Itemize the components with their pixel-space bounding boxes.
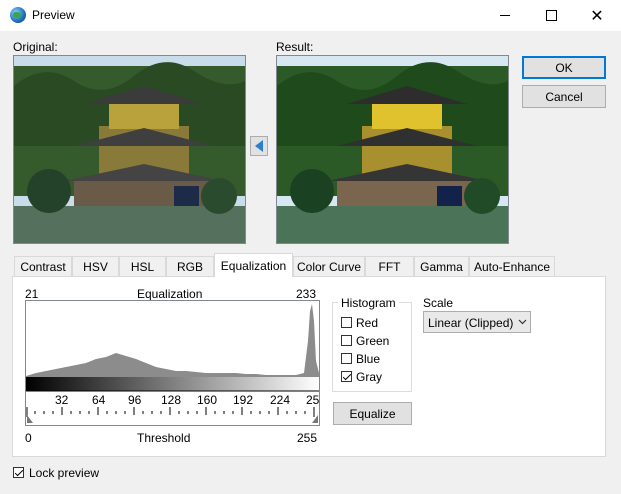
title-bar: Preview ✕ xyxy=(0,0,621,31)
cancel-button[interactable]: Cancel xyxy=(522,85,606,108)
red-checkbox[interactable] xyxy=(341,317,352,328)
scale-label: Scale xyxy=(423,296,454,310)
histogram-group-title: Histogram xyxy=(338,296,399,310)
scale-tick-label: 192 xyxy=(233,393,254,407)
result-image-picture xyxy=(277,56,508,243)
original-image-picture xyxy=(14,56,245,243)
result-image xyxy=(276,55,509,244)
tab-equalization[interactable]: Equalization xyxy=(214,253,293,277)
blue-checkbox[interactable] xyxy=(341,353,352,364)
original-image xyxy=(13,55,246,244)
gray-checkbox[interactable] xyxy=(341,371,352,382)
scale-tick-label: 224 xyxy=(270,393,291,407)
lock-preview-label: Lock preview xyxy=(29,466,100,480)
scale-dropdown-value: Linear (Clipped) xyxy=(428,316,514,330)
red-checkbox-label: Red xyxy=(356,316,379,330)
threshold-label: Threshold xyxy=(137,431,191,445)
gray-checkbox-label: Gray xyxy=(356,370,383,384)
copy-back-button[interactable] xyxy=(250,136,268,156)
ok-button[interactable]: OK xyxy=(522,56,606,79)
tab-hsv[interactable]: HSV xyxy=(72,256,119,276)
maximize-icon xyxy=(545,10,557,21)
scale-tick-label: 64 xyxy=(92,393,106,407)
minimize-icon xyxy=(500,15,510,16)
original-label: Original: xyxy=(13,40,58,54)
green-checkbox-label: Green xyxy=(356,334,390,348)
tab-auto-enhance[interactable]: Auto-Enhance xyxy=(469,256,555,276)
scale-tick-label: 32 xyxy=(55,393,69,407)
scale-tick-label: 160 xyxy=(197,393,218,407)
chevron-down-icon xyxy=(518,319,527,325)
scale-tick-label: 96 xyxy=(128,393,142,407)
histogram-control[interactable] xyxy=(25,300,320,426)
low-value: 21 xyxy=(25,287,39,301)
tab-gamma[interactable]: Gamma xyxy=(414,256,469,276)
result-label: Result: xyxy=(276,40,314,54)
close-button[interactable]: ✕ xyxy=(574,0,620,31)
scale-tick-label: 25 xyxy=(306,393,320,407)
left-arrow-icon xyxy=(255,140,263,152)
window-title: Preview xyxy=(32,8,75,22)
max-label: 255 xyxy=(297,431,318,445)
equalize-button[interactable]: Equalize xyxy=(333,402,412,425)
green-checkbox[interactable] xyxy=(341,335,352,346)
maximize-button[interactable] xyxy=(528,0,574,31)
scale-dropdown[interactable]: Linear (Clipped) xyxy=(423,311,531,333)
tab-hsl[interactable]: HSL xyxy=(119,256,166,276)
min-label: 0 xyxy=(25,431,32,445)
lock-preview-checkbox[interactable] xyxy=(13,467,24,478)
minimize-button[interactable] xyxy=(482,0,528,31)
high-value: 233 xyxy=(296,287,317,301)
tab-color-curve[interactable]: Color Curve xyxy=(293,256,365,276)
close-icon: ✕ xyxy=(590,6,604,25)
equalization-title: Equalization xyxy=(137,287,203,301)
globe-icon xyxy=(10,7,26,23)
scale-tick-label: 128 xyxy=(161,393,182,407)
tab-contrast[interactable]: Contrast xyxy=(14,256,72,276)
tab-fft[interactable]: FFT xyxy=(365,256,414,276)
blue-checkbox-label: Blue xyxy=(356,352,381,366)
tab-rgb[interactable]: RGB xyxy=(166,256,214,276)
